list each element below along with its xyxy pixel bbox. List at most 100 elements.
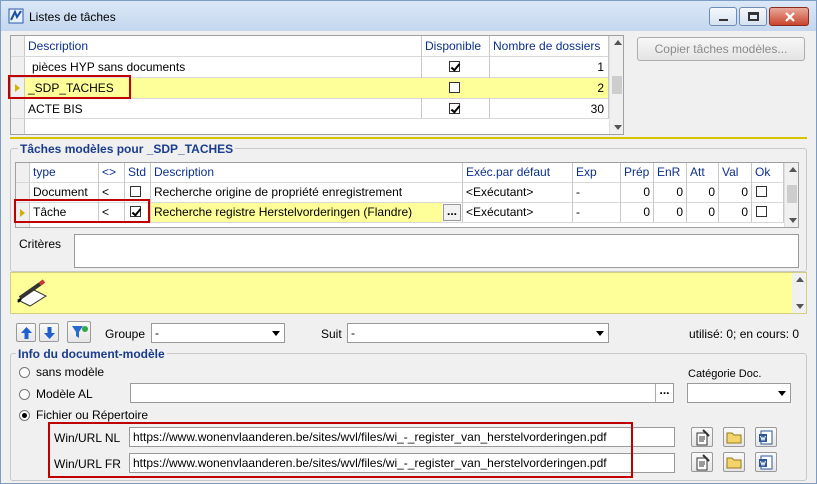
- next-select-value: -: [351, 326, 355, 340]
- open-document-nl-button[interactable]: [755, 427, 777, 447]
- column-header-std[interactable]: Std: [125, 163, 150, 182]
- column-header-prep[interactable]: Prép: [621, 163, 653, 182]
- radio-file-or-folder-label[interactable]: Fichier ou Répertoire: [36, 408, 148, 422]
- row-compare: <: [102, 205, 110, 219]
- scroll-down-icon[interactable]: [785, 213, 798, 227]
- maximize-button[interactable]: [739, 7, 767, 26]
- move-down-button[interactable]: [39, 323, 59, 342]
- row-selector-column: [16, 163, 30, 227]
- row-type: Document: [33, 185, 88, 199]
- url-fr-label: Win/URL FR: [54, 457, 121, 471]
- table-row-selected[interactable]: Tâche < Recherche registre Herstelvorder…: [30, 203, 783, 222]
- column-header-exec[interactable]: Exéc.par défaut: [463, 163, 572, 182]
- app-icon: [8, 8, 24, 24]
- open-document-fr-button[interactable]: [755, 452, 777, 472]
- scroll-down-icon[interactable]: [792, 299, 806, 313]
- chevron-down-icon[interactable]: [268, 324, 284, 342]
- chevron-down-icon[interactable]: [774, 384, 790, 402]
- arrow-down-icon: [44, 327, 55, 339]
- std-checkbox[interactable]: [130, 186, 141, 197]
- column-header-att[interactable]: Att: [687, 163, 718, 182]
- description-editor[interactable]: Recherche registre Herstelvorderingen (F…: [151, 203, 442, 222]
- scroll-up-icon[interactable]: [610, 36, 623, 50]
- current-row-marker: [20, 209, 25, 217]
- column-header-count[interactable]: Nombre de dossiers: [490, 36, 608, 56]
- url-fr-input[interactable]: https://www.wonenvlaanderen.be/sites/wvl…: [129, 453, 675, 473]
- open-folder-fr-button[interactable]: [723, 452, 745, 472]
- document-pen-icon: [696, 454, 710, 471]
- minimize-icon: [719, 19, 728, 21]
- usage-status: utilisé: 0; en cours: 0: [689, 327, 800, 341]
- notes-scrollbar[interactable]: [792, 273, 806, 313]
- available-checkbox[interactable]: [449, 103, 460, 114]
- radio-no-model[interactable]: [19, 367, 30, 378]
- column-header-description[interactable]: Description: [25, 36, 421, 56]
- row-prep: 0: [643, 205, 650, 219]
- column-header-available[interactable]: Disponible: [422, 36, 489, 56]
- row-exp: -: [576, 205, 580, 219]
- column-header-compare[interactable]: <>: [99, 163, 124, 182]
- radio-no-model-label[interactable]: sans modèle: [36, 365, 104, 379]
- copy-model-tasks-button[interactable]: Copier tâches modèles...: [637, 37, 805, 61]
- row-count: 30: [590, 102, 604, 116]
- criteria-input[interactable]: [74, 234, 799, 268]
- chevron-down-icon[interactable]: [592, 324, 608, 342]
- filter-button[interactable]: [67, 321, 91, 343]
- doc-info-section-label: Info du document-modèle: [16, 347, 167, 361]
- scroll-up-icon[interactable]: [792, 273, 806, 287]
- folder-icon: [726, 432, 742, 444]
- move-up-button[interactable]: [16, 323, 36, 342]
- next-label: Suit: [321, 327, 342, 341]
- ok-checkbox[interactable]: [756, 186, 767, 197]
- model-al-ellipsis-button[interactable]: ...: [655, 384, 673, 402]
- row-prep: 0: [643, 185, 650, 199]
- notes-panel[interactable]: [10, 272, 807, 314]
- close-button[interactable]: [769, 7, 809, 26]
- radio-model-al[interactable]: [19, 389, 30, 400]
- table-row-selected[interactable]: _SDP_TACHES 2: [25, 78, 608, 98]
- available-checkbox[interactable]: [449, 61, 460, 72]
- scroll-thumb[interactable]: [612, 76, 622, 94]
- available-checkbox[interactable]: [449, 82, 460, 93]
- group-select[interactable]: -: [151, 323, 285, 343]
- task-lists-scrollbar[interactable]: [609, 36, 623, 134]
- column-header-enr[interactable]: EnR: [654, 163, 686, 182]
- column-header-description[interactable]: Description: [151, 163, 462, 182]
- edit-note-icon[interactable]: [15, 278, 49, 308]
- open-folder-nl-button[interactable]: [723, 427, 745, 447]
- table-row[interactable]: Document < Recherche origine de propriét…: [30, 183, 783, 202]
- radio-file-or-folder[interactable]: [19, 410, 30, 421]
- model-tasks-scrollbar[interactable]: [784, 163, 798, 227]
- row-count: 2: [597, 81, 604, 95]
- row-att: 0: [708, 205, 715, 219]
- category-label: Catégorie Doc.: [688, 368, 762, 380]
- scroll-thumb[interactable]: [787, 185, 797, 203]
- browse-file-nl-button[interactable]: [691, 427, 713, 447]
- table-row[interactable]: ACTE BIS 30: [25, 99, 608, 119]
- next-select[interactable]: -: [347, 323, 609, 343]
- group-label: Groupe: [105, 327, 146, 341]
- column-header-exp[interactable]: Exp: [573, 163, 620, 182]
- row-val: 0: [741, 185, 748, 199]
- scroll-up-icon[interactable]: [785, 163, 798, 177]
- row-val: 0: [741, 205, 748, 219]
- row-enr: 0: [676, 185, 683, 199]
- model-al-input[interactable]: [130, 383, 674, 403]
- arrow-up-icon: [21, 327, 32, 339]
- radio-model-al-label[interactable]: Modèle AL: [36, 387, 93, 401]
- minimize-button[interactable]: [709, 7, 737, 26]
- column-header-val[interactable]: Val: [719, 163, 751, 182]
- table-row[interactable]: pièces HYP sans documents 1: [25, 57, 608, 77]
- description-ellipsis-button[interactable]: ...: [443, 204, 461, 221]
- scroll-down-icon[interactable]: [610, 120, 623, 134]
- ok-checkbox[interactable]: [756, 206, 767, 217]
- column-header-type[interactable]: type: [30, 163, 98, 182]
- current-row-marker: [15, 84, 20, 92]
- group-select-value: -: [155, 326, 159, 340]
- window: Listes de tâches Description Disponible …: [0, 0, 817, 484]
- category-select[interactable]: [687, 383, 791, 403]
- std-checkbox[interactable]: [130, 206, 141, 217]
- column-header-ok[interactable]: Ok: [752, 163, 783, 182]
- url-nl-input[interactable]: https://www.wonenvlaanderen.be/sites/wvl…: [129, 427, 675, 447]
- browse-file-fr-button[interactable]: [691, 452, 713, 472]
